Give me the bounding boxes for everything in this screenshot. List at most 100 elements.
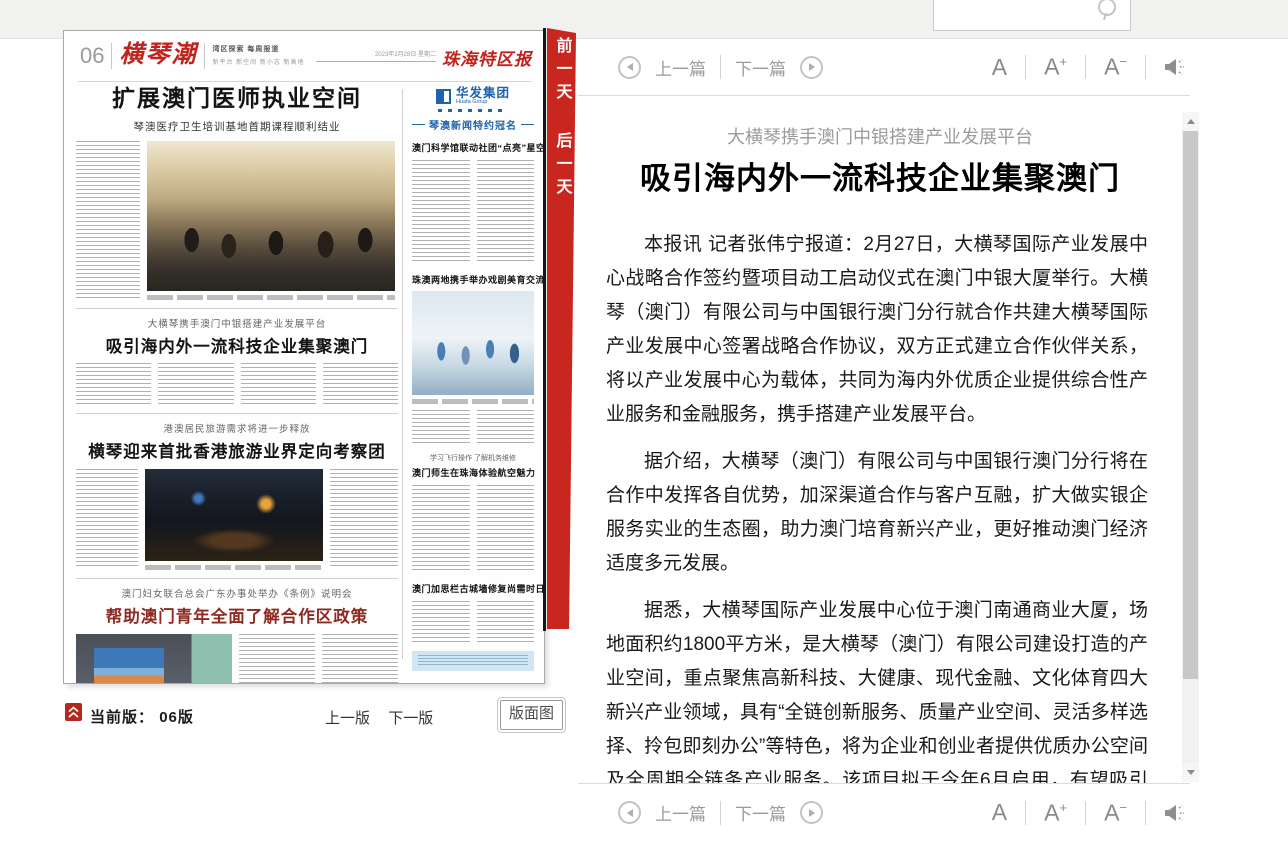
font-smaller-button[interactable]: A− — [1104, 55, 1127, 79]
text-stripes — [477, 160, 535, 264]
layout-map-button[interactable]: 版面图 — [500, 700, 563, 730]
huafa-logo-icon — [436, 89, 451, 104]
decorative-dots — [438, 109, 508, 112]
story2-kicker: 大横琴携手澳门中银搭建产业发展平台 — [76, 316, 398, 330]
story3-headline: 横琴迎来首批香港旅游业界定向考察团 — [76, 438, 398, 462]
current-page-label: 当前版： 06版 — [90, 706, 194, 727]
photo-caption — [145, 565, 323, 570]
prev-article-icon[interactable] — [618, 801, 641, 824]
article-paragraph: 本报讯 记者张伟宁报道：2月27日，大横琴国际产业发展中心战略合作签约暨项目动工… — [606, 228, 1148, 432]
text-stripes — [241, 363, 316, 405]
text-stripes — [412, 410, 470, 444]
text-stripes — [412, 601, 470, 643]
font-larger-button[interactable]: A+ — [1044, 55, 1067, 79]
text-stripes — [76, 363, 151, 405]
divider — [76, 578, 398, 579]
collapse-icon[interactable] — [65, 703, 82, 721]
divider — [1085, 55, 1086, 79]
photo-motor-show — [145, 469, 323, 561]
story7-headline: 澳门师生在珠海体验航空魅力 — [412, 466, 534, 479]
divider — [78, 81, 532, 82]
prev-article-icon[interactable] — [618, 56, 641, 79]
text-stripes — [239, 634, 315, 684]
paper-brand: 珠海特区报 — [442, 45, 532, 70]
epaper-reader: 06 横琴潮 湾区探索 每周报道 新平台 新空间 新小志 新高地 2023年2月… — [0, 0, 1288, 842]
story4-headline: 帮助澳门青年全面了解合作区政策 — [76, 603, 398, 627]
story6-headline: 珠澳两地携手举办戏剧美育交流活动 — [412, 273, 534, 286]
story3-kicker: 港澳居民旅游需求将进一步释放 — [76, 421, 398, 435]
newspaper-page-thumbnail[interactable]: 06 横琴潮 湾区探索 每周报道 新平台 新空间 新小志 新高地 2023年2月… — [63, 30, 545, 684]
prev-article-button[interactable]: 上一篇 — [655, 55, 706, 80]
prev-day-button[interactable]: 前一天 — [550, 37, 574, 106]
divider — [1145, 801, 1146, 825]
divider — [720, 801, 721, 825]
lead-subheadline: 琴澳医疗卫生培训基地首期课程顺利结业 — [76, 119, 398, 134]
divider — [720, 55, 721, 79]
next-article-button[interactable]: 下一篇 — [735, 800, 786, 825]
article-paragraph: 据悉，大横琴国际产业发展中心位于澳门南通商业大厦，场地面积约1800平方米，是大… — [606, 594, 1148, 783]
divider — [402, 89, 403, 659]
paper-date: 2023年2月28日 星期二 — [375, 49, 436, 58]
date-nav-tab: 前一天 后一天 — [547, 28, 576, 629]
divider — [412, 124, 425, 125]
font-normal-button[interactable]: A — [992, 801, 1007, 824]
search-icon[interactable] — [1098, 0, 1116, 16]
next-day-button[interactable]: 后一天 — [550, 132, 574, 201]
paper-left-section: 扩展澳门医师执业空间 琴澳医疗卫生培训基地首期课程顺利结业 大横琴携手澳门中银搭… — [76, 85, 398, 684]
article-toolbar-bottom: 上一篇 下一篇 A A+ A− — [578, 783, 1190, 841]
divider — [76, 413, 398, 414]
text-stripes — [323, 363, 398, 405]
font-larger-button[interactable]: A+ — [1044, 801, 1067, 825]
text-stripes — [316, 61, 436, 65]
current-page-caption: 当前版： — [90, 709, 154, 726]
article-paragraph: 据介绍，大横琴（澳门）有限公司与中国银行澳门分行将在合作中发挥各自优势，加深渠道… — [606, 445, 1148, 581]
paper-tagline-bottom: 新平台 新空间 新小志 新高地 — [212, 57, 304, 66]
paper-header: 06 横琴潮 湾区探索 每周报道 新平台 新空间 新小志 新高地 2023年2月… — [80, 41, 532, 81]
story8-headline: 澳门加思栏古城墙修复尚需时日 — [412, 582, 534, 595]
divider — [1085, 801, 1086, 825]
text-stripes — [477, 601, 535, 643]
font-smaller-button[interactable]: A− — [1104, 801, 1127, 825]
next-article-icon[interactable] — [800, 56, 823, 79]
story5-headline: 澳门科学馆联动社团“点亮”星空 — [412, 141, 534, 154]
divider — [111, 43, 112, 69]
article-kicker: 大横琴携手澳门中银搭建产业发展平台 — [578, 124, 1182, 150]
next-article-icon[interactable] — [800, 801, 823, 824]
next-article-button[interactable]: 下一篇 — [735, 55, 786, 80]
text-stripes — [412, 160, 470, 264]
next-page-link[interactable]: 下一版 — [388, 710, 433, 727]
story2-headline: 吸引海内外一流科技企业集聚澳门 — [76, 333, 398, 357]
sponsor-name: 华发集团 — [456, 87, 510, 99]
text-stripes — [76, 469, 138, 569]
read-aloud-icon[interactable] — [1164, 58, 1186, 76]
photo-dancers — [412, 291, 534, 395]
current-page-value: 06版 — [159, 709, 194, 726]
text-stripes — [76, 141, 140, 299]
prev-article-button[interactable]: 上一篇 — [655, 800, 706, 825]
story7-kicker: 学习飞行操作 了解机务维修 — [412, 453, 534, 463]
article-body: 大横琴携手澳门中银搭建产业发展平台 吸引海内外一流科技企业集聚澳门 本报讯 记者… — [578, 96, 1182, 783]
article-title: 吸引海内外一流科技企业集聚澳门 — [578, 158, 1182, 200]
search-input[interactable] — [933, 0, 1131, 31]
read-aloud-icon[interactable] — [1164, 804, 1186, 822]
scroll-up-button[interactable] — [1182, 112, 1199, 131]
scrollbar-thumb[interactable] — [1183, 131, 1198, 679]
article-toolbar-top: 上一篇 下一篇 A A+ A− — [578, 39, 1190, 96]
paper-tagline-top: 湾区探索 每周报道 — [212, 44, 304, 54]
text-stripes — [158, 363, 233, 405]
scroll-down-button[interactable] — [1182, 763, 1199, 782]
photo-briefing-room — [76, 634, 232, 684]
text-stripes — [477, 485, 535, 573]
photo-caption — [412, 399, 534, 404]
text-stripes — [330, 469, 398, 569]
divider — [521, 124, 534, 125]
prev-page-link[interactable]: 上一版 — [325, 710, 370, 727]
divider — [1025, 55, 1026, 79]
divider — [204, 43, 205, 69]
story4-kicker: 澳门妇女联合总会广东办事处举办《条例》说明会 — [76, 586, 398, 600]
lead-headline: 扩展澳门医师执业空间 — [76, 85, 398, 113]
photo-caption — [147, 295, 395, 300]
font-normal-button[interactable]: A — [992, 56, 1007, 79]
sponsor-label: 琴澳新闻特约冠名 — [429, 117, 517, 132]
photo-training-room — [147, 141, 395, 291]
